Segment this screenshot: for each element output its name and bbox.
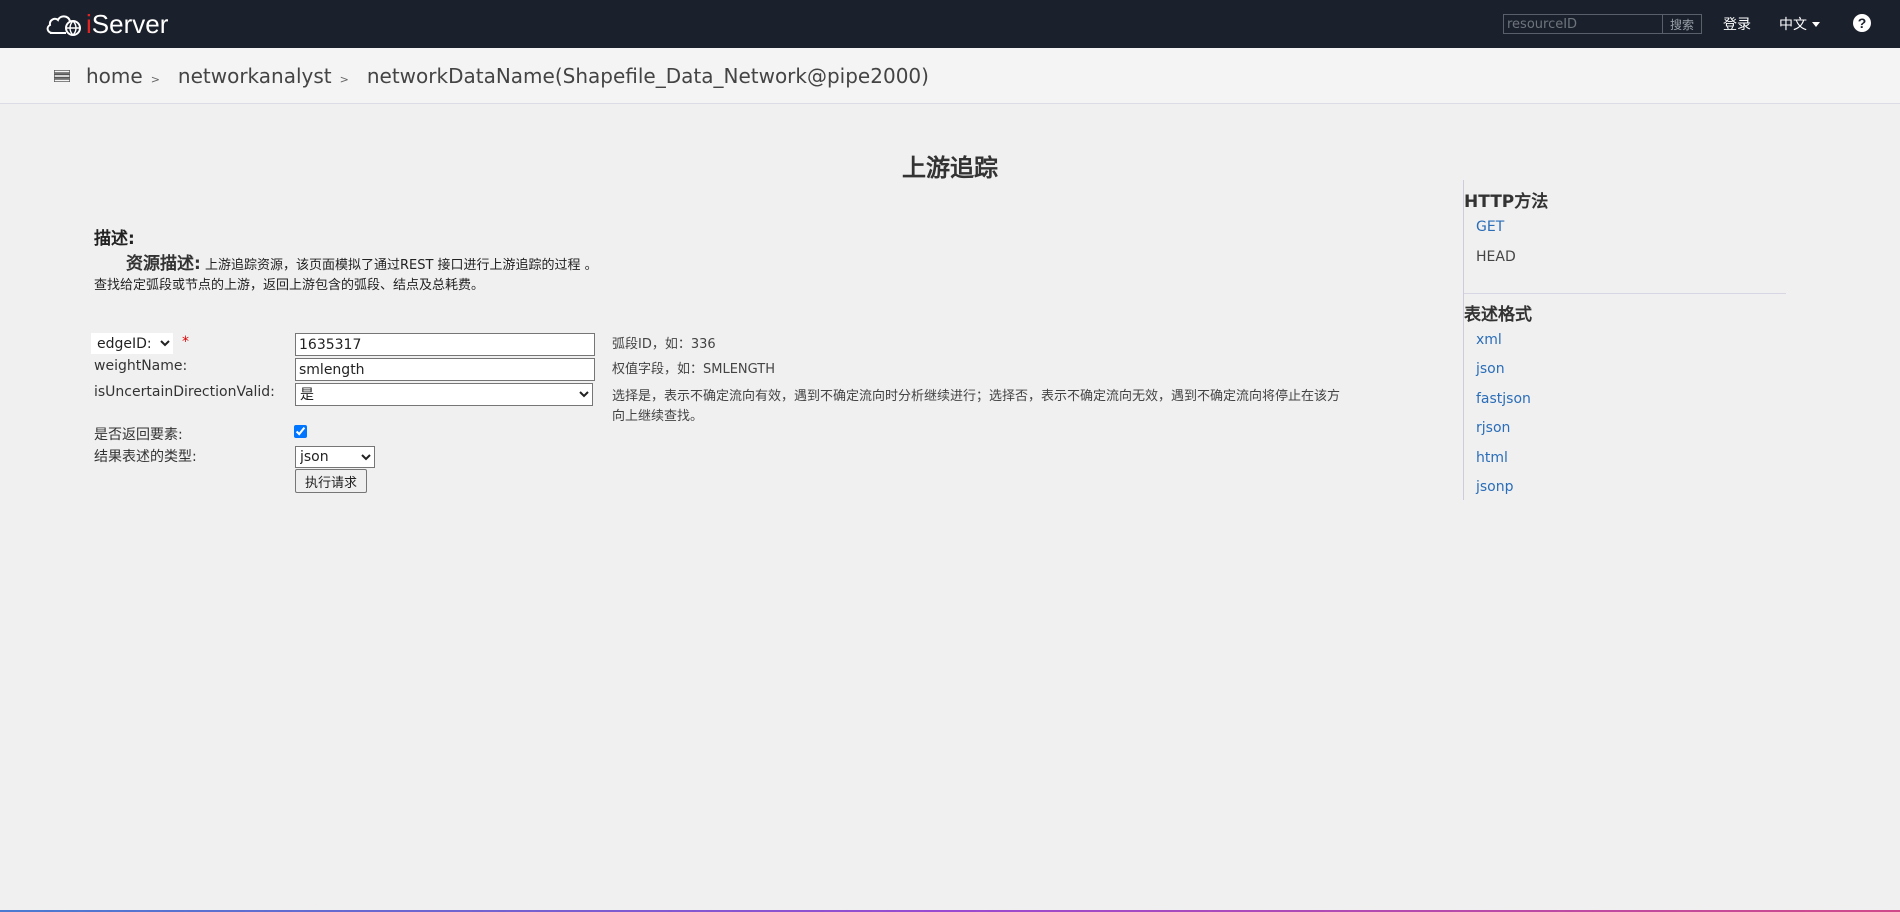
- format-link-jsonp[interactable]: jsonp: [1476, 479, 1514, 495]
- breadcrumb-separator: >: [339, 73, 349, 86]
- format-link-rjson[interactable]: rjson: [1476, 420, 1510, 436]
- weight-name-hint: 权值字段，如：SMLENGTH: [612, 362, 775, 377]
- list-icon[interactable]: [54, 70, 70, 82]
- resource-search: 搜索: [1503, 14, 1702, 34]
- panel-divider: [1464, 293, 1786, 294]
- logo-text: iServer: [86, 8, 169, 39]
- format-link-xml[interactable]: xml: [1476, 332, 1502, 348]
- format-link-html[interactable]: html: [1476, 450, 1508, 466]
- return-features-checkbox[interactable]: [294, 425, 307, 438]
- page-title: 上游追踪: [902, 154, 998, 182]
- result-type-label: 结果表述的类型:: [94, 449, 197, 465]
- breadcrumb-separator: >: [150, 73, 160, 86]
- breadcrumb-home[interactable]: home: [86, 64, 143, 88]
- uncertain-direction-label: isUncertainDirectionValid:: [94, 384, 275, 400]
- side-panel: [1463, 180, 1787, 500]
- edge-id-input[interactable]: [295, 333, 595, 356]
- breadcrumb-bar: home > networkanalyst > networkDataName(…: [0, 48, 1900, 104]
- breadcrumb: home > networkanalyst > networkDataName(…: [86, 64, 929, 88]
- language-dropdown[interactable]: 中文: [1779, 14, 1820, 34]
- resource-description: 资源描述: 上游追踪资源，该页面模拟了通过REST 接口进行上游追踪的过程 。: [126, 249, 598, 274]
- formats-heading: 表述格式: [1464, 305, 1532, 325]
- top-navbar: iServer 搜索 登录 中文 ?: [0, 0, 1900, 48]
- description-heading: 描述:: [94, 229, 135, 249]
- http-method-head: HEAD: [1476, 249, 1516, 265]
- edge-id-hint: 弧段ID，如：336: [612, 337, 716, 352]
- breadcrumb-networkanalyst[interactable]: networkanalyst: [178, 64, 332, 88]
- uncertain-direction-hint-2: 向上继续查找。: [612, 409, 704, 424]
- resource-description-label: 资源描述:: [126, 254, 201, 274]
- required-asterisk: *: [182, 334, 189, 350]
- return-features-label: 是否返回要素:: [94, 427, 183, 443]
- http-methods-heading: HTTP方法: [1464, 192, 1549, 212]
- description-detail: 查找给定弧段或节点的上游，返回上游包含的弧段、结点及总耗费。: [94, 278, 485, 293]
- iserver-logo[interactable]: iServer: [44, 9, 168, 39]
- cloud-globe-icon: [46, 15, 81, 36]
- format-link-json[interactable]: json: [1476, 361, 1505, 377]
- weight-name-input[interactable]: [295, 358, 595, 381]
- login-link[interactable]: 登录: [1723, 14, 1751, 34]
- uncertain-direction-hint-1: 选择是，表示不确定流向有效，遇到不确定流向时分析继续进行；选择否，表示不确定流向…: [612, 389, 1341, 404]
- logo-text-rest: Server: [91, 8, 169, 39]
- search-input[interactable]: [1503, 14, 1663, 34]
- help-icon[interactable]: ?: [1853, 14, 1871, 32]
- format-link-fastjson[interactable]: fastjson: [1476, 391, 1531, 407]
- language-label: 中文: [1779, 17, 1807, 33]
- http-method-get[interactable]: GET: [1476, 219, 1504, 235]
- execute-request-button[interactable]: 执行请求: [295, 469, 367, 493]
- search-button[interactable]: 搜索: [1663, 14, 1702, 34]
- edge-type-select[interactable]: edgeID: nodeID:: [91, 333, 173, 354]
- breadcrumb-networkdataname[interactable]: networkDataName(Shapefile_Data_Network@p…: [367, 64, 929, 88]
- uncertain-direction-select[interactable]: 是: [295, 383, 593, 406]
- result-type-select[interactable]: json: [295, 446, 375, 468]
- caret-down-icon: [1812, 21, 1820, 27]
- required-mark: *: [178, 334, 189, 350]
- resource-description-text: 上游追踪资源，该页面模拟了通过REST 接口进行上游追踪的过程 。: [204, 258, 598, 273]
- weight-name-label: weightName:: [94, 358, 188, 374]
